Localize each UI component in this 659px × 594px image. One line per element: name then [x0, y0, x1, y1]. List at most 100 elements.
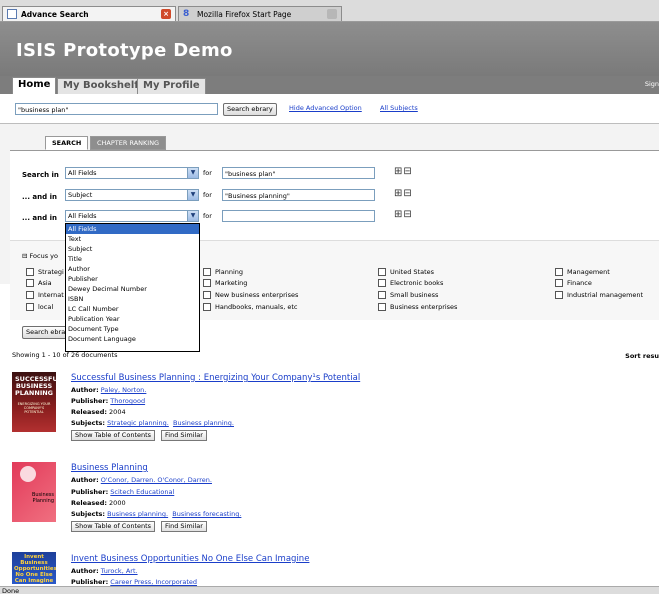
facet-checkbox[interactable]: Handbooks, manuals, etc — [203, 303, 297, 311]
facet-checkbox[interactable]: United States — [378, 268, 434, 276]
publisher-link[interactable]: Scitech Educational — [110, 488, 174, 496]
row3-value-input[interactable] — [222, 210, 375, 222]
subject-link[interactable]: Strategic planning. — [107, 419, 169, 427]
checkbox-icon[interactable] — [203, 291, 211, 299]
google-icon: 8 — [183, 9, 190, 19]
row2-field-select[interactable]: Subject ▼ — [65, 189, 199, 201]
facet-checkbox[interactable]: Finance — [555, 279, 592, 287]
result-publisher: Publisher: Career Press, Incorporated — [71, 578, 197, 586]
dropdown-option[interactable]: LC Call Number — [66, 304, 199, 314]
find-similar-button[interactable]: Find Similar — [161, 521, 207, 532]
facet-checkbox[interactable]: Asia — [26, 279, 52, 287]
result-title-link[interactable]: Successful Business Planning : Energizin… — [71, 373, 360, 383]
browser-tab-advance-search[interactable]: Advance Search × — [2, 6, 176, 21]
all-subjects-link[interactable]: All Subjects — [380, 104, 418, 112]
row3-field-select[interactable]: All Fields ▼ — [65, 210, 199, 222]
tab-chapter-ranking[interactable]: CHAPTER RANKING — [90, 136, 167, 150]
facet-checkbox[interactable]: Strategi — [26, 268, 64, 276]
facet-checkbox[interactable]: Marketing — [203, 279, 247, 287]
field-dropdown-list[interactable]: All Fields Text Subject Title Author Publishe… — [65, 223, 200, 352]
dropdown-option[interactable]: All Fields — [66, 224, 199, 234]
subject-link[interactable]: Business planning. — [173, 419, 234, 427]
chevron-down-icon[interactable]: ▼ — [187, 168, 198, 178]
search-ebrary-button[interactable]: Search ebrary — [223, 103, 277, 116]
checkbox-icon[interactable] — [203, 279, 211, 287]
hide-advanced-link[interactable]: Hide Advanced Option — [289, 104, 362, 112]
dropdown-option[interactable]: Publisher — [66, 274, 199, 284]
facet-checkbox[interactable]: Business enterprises — [378, 303, 457, 311]
facet-checkbox[interactable]: Small business — [378, 291, 438, 299]
result-title-link[interactable]: Invent Business Opportunities No One Els… — [71, 554, 309, 564]
author-link[interactable]: O'Conor, Darren. O'Conor, Darren. — [101, 476, 212, 484]
facet-label: United States — [390, 268, 435, 276]
dropdown-option[interactable]: Text — [66, 234, 199, 244]
checkbox-icon[interactable] — [555, 279, 563, 287]
publisher-link[interactable]: Career Press, Incorporated — [110, 578, 197, 586]
nav-tab-home[interactable]: Home — [12, 77, 57, 95]
publisher-link[interactable]: Thorogood — [110, 397, 145, 405]
facet-checkbox[interactable]: Industrial management — [555, 291, 643, 299]
top-search-bar: "business plan" Search ebrary Hide Advan… — [0, 94, 659, 124]
checkbox-icon[interactable] — [378, 291, 386, 299]
facet-checkbox[interactable]: Planning — [203, 268, 243, 276]
dropdown-option[interactable]: Subject — [66, 244, 199, 254]
facet-checkbox[interactable]: Internat — [26, 291, 64, 299]
subject-link[interactable]: Business planning. — [107, 510, 168, 518]
dropdown-option[interactable]: Publication Year — [66, 314, 199, 324]
facet-checkbox[interactable]: Management — [555, 268, 610, 276]
nav-tab-profile[interactable]: My Profile — [137, 78, 206, 95]
tab-search[interactable]: SEARCH — [45, 136, 89, 150]
book-cover[interactable]: Invent Business Opportunities No One Els… — [12, 552, 56, 584]
checkbox-icon[interactable] — [378, 279, 386, 287]
checkbox-icon[interactable] — [378, 303, 386, 311]
show-toc-button[interactable]: Show Table of Contents — [71, 521, 156, 532]
dropdown-option[interactable]: Title — [66, 254, 199, 264]
checkbox-icon[interactable] — [555, 268, 563, 276]
dropdown-option[interactable]: ISBN — [66, 294, 199, 304]
dropdown-option[interactable]: Dewey Decimal Number — [66, 284, 199, 294]
nav-tab-bookshelf[interactable]: My Bookshelf — [57, 78, 145, 95]
checkbox-icon[interactable] — [26, 303, 34, 311]
dropdown-option[interactable]: Document Type — [66, 324, 199, 334]
find-similar-button[interactable]: Find Similar — [161, 430, 207, 441]
checkbox-icon[interactable] — [203, 303, 211, 311]
add-remove-row-icons[interactable]: ⊞⊟ — [394, 167, 413, 177]
focus-search-button[interactable]: Search ebra — [22, 326, 70, 339]
facet-label: Electronic books — [390, 279, 444, 287]
close-tab-icon[interactable] — [327, 9, 337, 19]
facet-checkbox[interactable]: New business enterprises — [203, 291, 298, 299]
for-label: for — [203, 169, 212, 177]
facet-checkbox[interactable]: local — [26, 303, 53, 311]
row1-value-input[interactable]: "business plan" — [222, 167, 375, 179]
add-remove-row-icons[interactable]: ⊞⊟ — [394, 210, 413, 220]
chevron-down-icon[interactable]: ▼ — [187, 211, 198, 221]
checkbox-icon[interactable] — [26, 279, 34, 287]
signin-link[interactable]: Sign — [645, 80, 659, 88]
dropdown-option[interactable]: Author — [66, 264, 199, 274]
chevron-down-icon[interactable]: ▼ — [187, 190, 198, 200]
checkbox-icon[interactable] — [203, 268, 211, 276]
page-icon — [7, 9, 17, 19]
result-title-link[interactable]: Business Planning — [71, 463, 148, 473]
collapse-icon[interactable]: ⊟ — [22, 252, 30, 260]
checkbox-icon[interactable] — [555, 291, 563, 299]
show-toc-button[interactable]: Show Table of Contents — [71, 430, 156, 441]
row1-field-select[interactable]: All Fields ▼ — [65, 167, 199, 179]
checkbox-icon[interactable] — [26, 291, 34, 299]
checkbox-icon[interactable] — [26, 268, 34, 276]
result-author: Author: O'Conor, Darren. O'Conor, Darren… — [71, 476, 212, 484]
sort-results-label[interactable]: Sort resu — [625, 352, 659, 360]
dropdown-option[interactable]: Document Language — [66, 334, 199, 344]
close-tab-icon[interactable]: × — [161, 9, 171, 19]
author-link[interactable]: Turock, Art. — [101, 567, 138, 575]
book-cover[interactable]: SUCCESSFUL BUSINESS PLANNING ENERGIZING … — [12, 372, 62, 432]
search-input[interactable]: "business plan" — [15, 103, 218, 115]
checkbox-icon[interactable] — [378, 268, 386, 276]
author-link[interactable]: Paley, Norton. — [101, 386, 147, 394]
add-remove-row-icons[interactable]: ⊞⊟ — [394, 189, 413, 199]
facet-checkbox[interactable]: Electronic books — [378, 279, 443, 287]
row2-value-input[interactable]: "Business planning" — [222, 189, 375, 201]
book-cover[interactable]: Business Planning — [12, 462, 56, 522]
subject-link[interactable]: Business forecasting. — [172, 510, 241, 518]
browser-tab-firefox-start[interactable]: 8 Mozilla Firefox Start Page — [178, 6, 342, 21]
